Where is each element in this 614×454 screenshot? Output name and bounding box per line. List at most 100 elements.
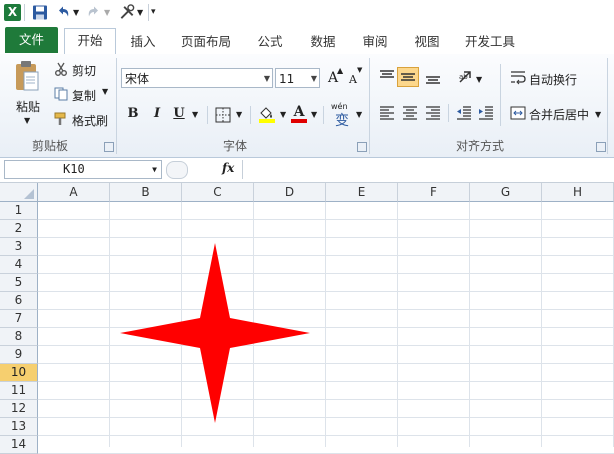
tools-dropdown-icon[interactable]: ▼ xyxy=(137,4,143,21)
font-launcher-icon[interactable] xyxy=(357,142,367,152)
chevron-down-icon[interactable]: ▼ xyxy=(152,161,157,178)
column-header-D[interactable]: D xyxy=(254,183,326,202)
row-header-10[interactable]: 10 xyxy=(0,364,38,382)
ribbon-tabs: 文件 开始 插入 页面布局 公式 数据 审阅 视图 开发工具 xyxy=(0,26,614,55)
column-header-A[interactable]: A xyxy=(38,183,110,202)
borders-dropdown-icon[interactable]: ▼ xyxy=(236,110,242,119)
underline-button[interactable]: U xyxy=(172,104,186,124)
tab-review[interactable]: 审阅 xyxy=(357,30,393,53)
merge-center-dropdown-icon[interactable]: ▼ xyxy=(595,110,601,119)
divider xyxy=(24,4,25,21)
italic-button[interactable]: I xyxy=(150,104,164,124)
chevron-down-icon[interactable]: ▼ xyxy=(311,69,317,89)
name-box[interactable]: K10 ▼ xyxy=(4,160,162,179)
tab-insert[interactable]: 插入 xyxy=(126,30,160,53)
row-header-9[interactable]: 9 xyxy=(0,346,38,364)
font-color-button[interactable]: A xyxy=(291,104,307,124)
font-size-combo[interactable]: 11 ▼ xyxy=(275,68,320,88)
font-name-combo[interactable]: 宋体 ▼ xyxy=(121,68,273,88)
alignment-group-label: 对齐方式 xyxy=(455,139,504,153)
tab-view[interactable]: 视图 xyxy=(409,30,445,53)
wrap-text-button[interactable]: 自动换行 xyxy=(529,71,577,88)
align-left-icon[interactable] xyxy=(379,106,395,120)
fill-color-dropdown-icon[interactable]: ▼ xyxy=(280,110,286,119)
row-header-8[interactable]: 8 xyxy=(0,328,38,346)
copy-dropdown-icon[interactable]: ▼ xyxy=(102,87,108,96)
tab-developer[interactable]: 开发工具 xyxy=(460,30,520,53)
row-header-6[interactable]: 6 xyxy=(0,292,38,310)
row-header-2[interactable]: 2 xyxy=(0,220,38,238)
row-header-3[interactable]: 3 xyxy=(0,238,38,256)
table-row[interactable] xyxy=(38,220,614,238)
font-name-value: 宋体 xyxy=(125,72,150,86)
align-bottom-icon[interactable] xyxy=(425,70,441,84)
align-middle-button[interactable] xyxy=(397,67,419,87)
increase-indent-icon[interactable] xyxy=(478,106,494,120)
row-header-4[interactable]: 4 xyxy=(0,256,38,274)
tools-icon[interactable] xyxy=(118,4,136,21)
row-header-5[interactable]: 5 xyxy=(0,274,38,292)
redo-dropdown-icon[interactable]: ▼ xyxy=(104,4,110,21)
phonetic-button[interactable]: wén 变 xyxy=(331,102,353,129)
decrease-indent-icon[interactable] xyxy=(456,106,472,120)
formula-bar-resize-handle[interactable] xyxy=(166,161,188,179)
column-header-F[interactable]: F xyxy=(398,183,470,202)
bold-button[interactable]: B xyxy=(126,104,140,124)
row-header-14[interactable]: 14 xyxy=(0,436,38,454)
font-group-label: 字体 xyxy=(222,139,247,153)
row-header-12[interactable]: 12 xyxy=(0,400,38,418)
save-icon[interactable] xyxy=(32,4,48,21)
copy-icon xyxy=(54,87,68,101)
row-header-1[interactable]: 1 xyxy=(0,202,38,220)
paste-button[interactable]: 粘贴 ▼ xyxy=(8,58,46,130)
customize-qat-icon[interactable]: ▾ xyxy=(151,4,156,21)
column-header-G[interactable]: G xyxy=(470,183,542,202)
insert-function-button[interactable]: fx xyxy=(222,161,234,175)
clipboard-launcher-icon[interactable] xyxy=(104,142,114,152)
table-row[interactable] xyxy=(38,202,614,220)
tab-data[interactable]: 数据 xyxy=(305,30,341,53)
tab-home[interactable]: 开始 xyxy=(64,28,116,55)
row-header-11[interactable]: 11 xyxy=(0,382,38,400)
divider xyxy=(500,64,501,126)
worksheet-grid[interactable]: ABCDEFGH 1 2 3 4 5 6 7 8 9 10 11 12 13 14 xyxy=(0,183,614,454)
orientation-dropdown-icon[interactable]: ▼ xyxy=(476,75,482,84)
orientation-icon[interactable]: ab xyxy=(458,69,476,85)
phonetic-dropdown-icon[interactable]: ▼ xyxy=(356,110,362,119)
undo-icon[interactable] xyxy=(55,4,71,21)
paste-dropdown-icon[interactable]: ▼ xyxy=(24,116,30,125)
font-color-dropdown-icon[interactable]: ▼ xyxy=(311,110,317,119)
column-header-H[interactable]: H xyxy=(542,183,614,202)
copy-button[interactable]: 复制 xyxy=(72,87,96,104)
table-row[interactable] xyxy=(38,436,614,454)
row-header-7[interactable]: 7 xyxy=(0,310,38,328)
phonetic-char: 变 xyxy=(335,113,349,129)
paste-icon xyxy=(16,61,39,91)
undo-dropdown-icon[interactable]: ▼ xyxy=(73,4,79,21)
borders-icon[interactable] xyxy=(215,107,231,123)
alignment-launcher-icon[interactable] xyxy=(596,142,606,152)
formula-bar: K10 ▼ fx xyxy=(0,158,614,183)
select-all-button[interactable] xyxy=(0,183,38,202)
underline-dropdown-icon[interactable]: ▼ xyxy=(192,110,198,119)
fill-color-icon[interactable] xyxy=(258,105,276,123)
format-painter-button[interactable]: 格式刷 xyxy=(72,112,108,129)
row-header-13[interactable]: 13 xyxy=(0,418,38,436)
formula-input[interactable] xyxy=(242,160,614,179)
tab-file[interactable]: 文件 xyxy=(5,27,58,53)
merge-center-button[interactable]: 合并后居中 xyxy=(529,106,589,123)
align-top-icon[interactable] xyxy=(379,70,395,84)
align-center-icon[interactable] xyxy=(402,106,418,120)
chevron-down-icon[interactable]: ▼ xyxy=(264,69,270,89)
tab-page-layout[interactable]: 页面布局 xyxy=(176,30,236,53)
tab-formulas[interactable]: 公式 xyxy=(252,30,288,53)
cut-button[interactable]: 剪切 xyxy=(72,62,96,79)
column-header-B[interactable]: B xyxy=(110,183,182,202)
column-header-C[interactable]: C xyxy=(182,183,254,202)
align-right-icon[interactable] xyxy=(425,106,441,120)
column-header-E[interactable]: E xyxy=(326,183,398,202)
redo-icon[interactable] xyxy=(86,4,102,21)
red-star-shape[interactable] xyxy=(110,238,320,428)
grow-font-arrow-icon: ▲ xyxy=(337,66,344,75)
divider xyxy=(148,4,149,21)
